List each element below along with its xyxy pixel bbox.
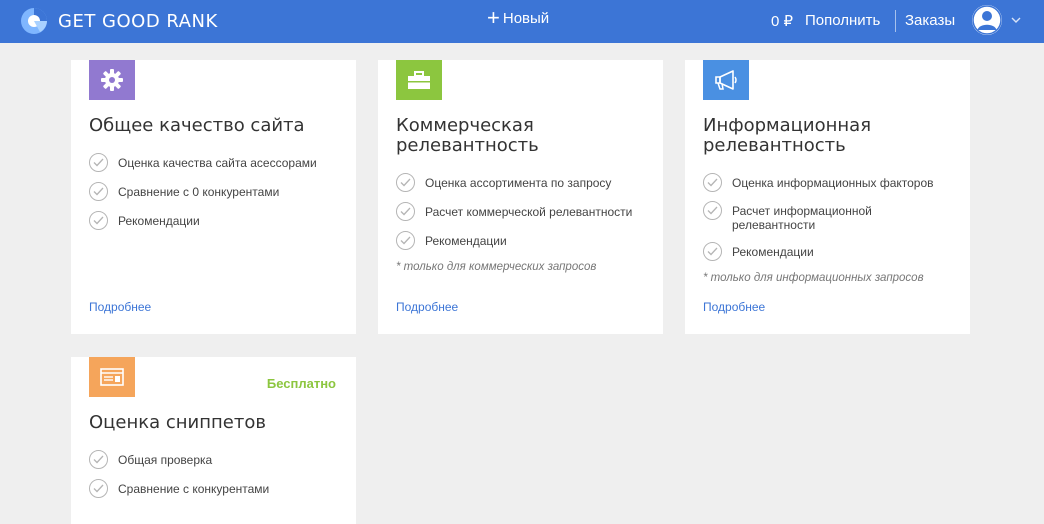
new-order-label: Новый xyxy=(502,9,550,27)
megaphone-icon xyxy=(715,70,737,90)
card-icon-orange xyxy=(89,357,135,397)
check-icon xyxy=(396,173,415,192)
balance-value: 0 ₽ xyxy=(771,13,794,30)
topup-link[interactable]: Пополнить xyxy=(805,12,880,29)
feature-label: Рекомендации xyxy=(425,234,507,248)
card-title-line: Оценка сниппетов xyxy=(89,412,266,433)
feature-item: Рекомендации xyxy=(89,211,348,233)
more-link[interactable]: Подробнее xyxy=(396,300,458,314)
header-divider xyxy=(895,10,896,32)
feature-item: Оценка информационных факторов xyxy=(703,173,962,195)
card-note: * только для коммерческих запросов xyxy=(396,261,597,273)
check-icon xyxy=(89,479,108,498)
card-commercial-relevance: Коммерческая релевантность Оценка ассорт… xyxy=(378,60,663,334)
card-title-line: релевантность xyxy=(703,135,846,156)
free-badge: Бесплатно xyxy=(266,376,336,391)
logo-icon xyxy=(21,8,47,34)
card-site-quality: Общее качество сайта Оценка качества сай… xyxy=(71,60,356,334)
check-icon xyxy=(89,450,108,469)
briefcase-icon xyxy=(408,71,430,89)
top-navbar: GET GOOD RANK + Новый 0 ₽ Пополнить Зака… xyxy=(0,0,1044,43)
feature-item: Сравнение с конкурентами xyxy=(89,479,348,501)
card-title-line: Коммерческая xyxy=(396,115,534,136)
feature-item: Сравнение с 0 конкурентами xyxy=(89,182,348,204)
more-link[interactable]: Подробнее xyxy=(89,300,151,314)
card-title-line: Информационная xyxy=(703,115,872,136)
chevron-down-icon[interactable] xyxy=(1010,15,1022,25)
check-icon xyxy=(89,182,108,201)
feature-label: Рекомендации xyxy=(118,214,200,228)
card-informational-relevance: Информационная релевантность Оценка инфо… xyxy=(685,60,970,334)
card-title: Оценка сниппетов xyxy=(89,413,266,433)
check-icon xyxy=(703,173,722,192)
card-title: Коммерческая релевантность xyxy=(396,116,539,156)
logo-text: GET GOOD RANK xyxy=(58,10,218,32)
new-order-button[interactable]: + Новый xyxy=(487,5,550,30)
card-title: Информационная релевантность xyxy=(703,116,871,156)
feature-label: Рекомендации xyxy=(732,245,814,259)
card-note: * только для информационных запросов xyxy=(703,272,924,284)
gear-icon xyxy=(101,69,123,91)
check-icon xyxy=(703,242,722,261)
card-snippets: Бесплатно Оценка сниппетов Общая проверк… xyxy=(71,357,356,524)
feature-label: Сравнение с 0 конкурентами xyxy=(118,185,280,199)
feature-label: Оценка информационных факторов xyxy=(732,176,934,190)
check-icon xyxy=(89,153,108,172)
card-title-line: Общее качество сайта xyxy=(89,115,305,136)
feature-item: Рекомендации xyxy=(703,242,962,264)
logo[interactable]: GET GOOD RANK xyxy=(20,7,218,35)
feature-label: Общая проверка xyxy=(118,453,213,467)
feature-label: Оценка ассортимента по запросу xyxy=(425,176,612,190)
feature-item: Расчет информационной релевантности xyxy=(703,201,902,232)
check-icon xyxy=(396,202,415,221)
feature-item: Оценка качества сайта асессорами xyxy=(89,153,348,175)
avatar[interactable] xyxy=(972,5,1002,35)
check-icon xyxy=(703,201,722,220)
orders-link[interactable]: Заказы xyxy=(905,12,955,29)
feature-item: Расчет коммерческой релевантности xyxy=(396,202,655,224)
card-title: Общее качество сайта xyxy=(89,116,305,136)
feature-label: Расчет коммерческой релевантности xyxy=(425,205,633,219)
card-title-line: релевантность xyxy=(396,135,539,156)
snippet-icon xyxy=(100,368,124,386)
check-icon xyxy=(396,231,415,250)
feature-label: Оценка качества сайта асессорами xyxy=(118,156,317,170)
plus-icon: + xyxy=(487,5,500,30)
more-link[interactable]: Подробнее xyxy=(703,300,765,314)
feature-label: Сравнение с конкурентами xyxy=(118,482,270,496)
card-icon-purple xyxy=(89,60,135,100)
user-icon xyxy=(972,5,1002,35)
feature-label: Расчет информационной релевантности xyxy=(732,204,872,232)
feature-item: Рекомендации xyxy=(396,231,655,253)
card-icon-green xyxy=(396,60,442,100)
feature-item: Общая проверка xyxy=(89,450,348,472)
feature-item: Оценка ассортимента по запросу xyxy=(396,173,655,195)
card-icon-blue xyxy=(703,60,749,100)
check-icon xyxy=(89,211,108,230)
